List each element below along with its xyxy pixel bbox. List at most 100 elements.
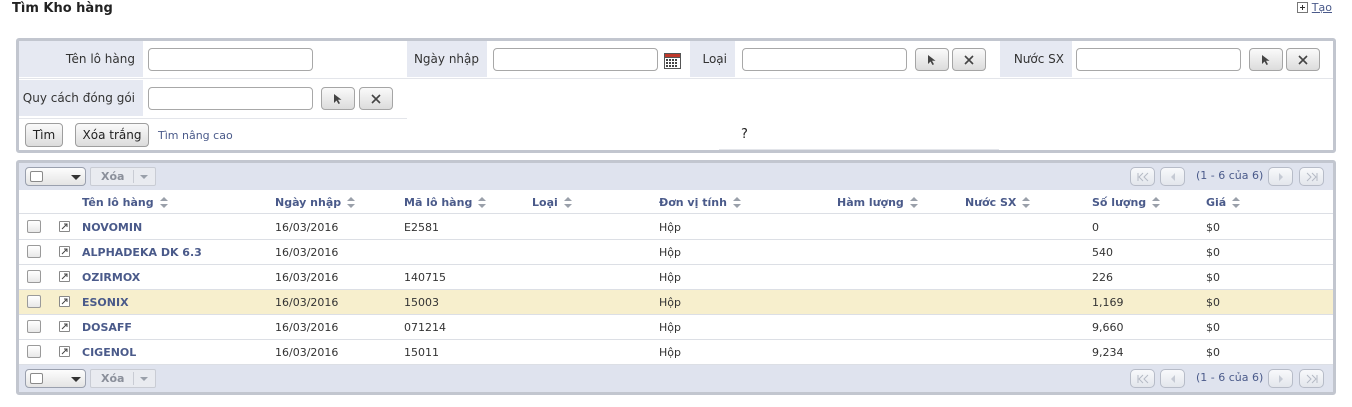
- prev-page-icon: [1171, 375, 1175, 383]
- row-checkbox[interactable]: [27, 320, 41, 333]
- select-all-checkbox[interactable]: [30, 171, 43, 182]
- select-all-dropdown[interactable]: [25, 369, 86, 388]
- table-row[interactable]: CIGENOL 16/03/2016 15011 Hộp 9,234 $0: [19, 340, 1333, 365]
- sort-icon: [478, 197, 487, 208]
- cell-ma-lo-hang: 140715: [404, 271, 446, 284]
- close-icon: [1298, 54, 1308, 65]
- cell-don-vi-tinh: Hộp: [659, 296, 681, 309]
- next-page-icon: [1279, 375, 1283, 383]
- create-label: Tạo: [1311, 1, 1332, 14]
- next-page-button[interactable]: [1268, 167, 1293, 186]
- cell-ten-lo-hang[interactable]: CIGENOL: [82, 346, 136, 359]
- loai-clear-button[interactable]: [952, 48, 986, 71]
- next-page-button[interactable]: [1268, 369, 1293, 388]
- clear-all-button[interactable]: Xóa trắng: [75, 123, 149, 147]
- cell-ten-lo-hang[interactable]: OZIRMOX: [82, 271, 140, 284]
- column-label: Hàm lượng: [837, 196, 904, 209]
- quy-cach-pick-button[interactable]: [321, 87, 355, 110]
- loai-pick-button[interactable]: [915, 48, 949, 71]
- ten-lo-hang-input[interactable]: [148, 48, 313, 71]
- label-ten-lo-hang: Tên lô hàng: [19, 41, 143, 77]
- last-page-icon: [1306, 172, 1318, 182]
- calendar-icon[interactable]: [664, 53, 681, 69]
- prev-page-button[interactable]: [1160, 167, 1185, 186]
- sort-icon: [347, 197, 356, 208]
- table-row[interactable]: DOSAFF 16/03/2016 071214 Hộp 9,660 $0: [19, 315, 1333, 340]
- table-row[interactable]: ESONIX 16/03/2016 15003 Hộp 1,169 $0: [19, 290, 1333, 315]
- sort-icon: [1232, 197, 1241, 208]
- select-all-checkbox[interactable]: [30, 373, 43, 384]
- sort-icon: [1022, 197, 1031, 208]
- search-panel: Tên lô hàng Ngày nhập Loại Nước SX Quy c…: [16, 38, 1336, 153]
- edit-icon[interactable]: [59, 296, 70, 307]
- col-nuoc-sx[interactable]: Nước SX: [965, 196, 1031, 209]
- chevron-down-icon: [140, 377, 148, 381]
- chevron-down-icon: [71, 175, 81, 180]
- col-gia[interactable]: Giá: [1206, 196, 1241, 209]
- cell-so-luong: 226: [1092, 271, 1113, 284]
- col-loai[interactable]: Loại: [532, 196, 573, 209]
- cursor-icon: [334, 93, 342, 104]
- cell-ma-lo-hang: 15011: [404, 346, 439, 359]
- label-ngay-nhap: Ngày nhập: [407, 41, 487, 77]
- nuoc-sx-input[interactable]: [1076, 48, 1241, 71]
- last-page-button[interactable]: [1299, 167, 1324, 186]
- edit-icon[interactable]: [59, 221, 70, 232]
- delete-button[interactable]: Xóa: [90, 369, 156, 388]
- cell-gia: $0: [1206, 246, 1220, 259]
- row-checkbox[interactable]: [27, 245, 41, 258]
- divider: [19, 78, 1333, 79]
- edit-icon[interactable]: [59, 346, 70, 357]
- col-don-vi-tinh[interactable]: Đơn vị tính: [659, 196, 742, 209]
- cell-don-vi-tinh: Hộp: [659, 246, 681, 259]
- divider: [133, 170, 134, 183]
- table-row[interactable]: OZIRMOX 16/03/2016 140715 Hộp 226 $0: [19, 265, 1333, 290]
- table-row[interactable]: ALPHADEKA DK 6.3 16/03/2016 Hộp 540 $0: [19, 240, 1333, 265]
- quy-cach-input[interactable]: [148, 87, 313, 110]
- row-checkbox[interactable]: [27, 270, 41, 283]
- col-ngay-nhap[interactable]: Ngày nhập: [275, 196, 356, 209]
- cell-ten-lo-hang[interactable]: DOSAFF: [82, 321, 132, 334]
- table-row[interactable]: NOVOMIN 16/03/2016 E2581 Hộp 0 $0: [19, 215, 1333, 240]
- cursor-icon: [928, 54, 936, 65]
- label-nuoc-sx: Nước SX: [1000, 41, 1072, 77]
- column-label: Đơn vị tính: [659, 196, 727, 209]
- column-label: Mã lô hàng: [404, 196, 473, 209]
- search-button[interactable]: Tìm: [25, 123, 63, 147]
- nuoc-sx-pick-button[interactable]: [1249, 48, 1283, 71]
- last-page-button[interactable]: [1299, 369, 1324, 388]
- row-checkbox[interactable]: [27, 220, 41, 233]
- col-ten-lo-hang[interactable]: Tên lô hàng: [82, 196, 169, 209]
- prev-page-button[interactable]: [1160, 369, 1185, 388]
- delete-button[interactable]: Xóa: [90, 167, 156, 186]
- first-page-button[interactable]: [1130, 167, 1155, 186]
- row-checkbox[interactable]: [27, 295, 41, 308]
- loai-input[interactable]: [742, 48, 907, 71]
- col-ham-luong[interactable]: Hàm lượng: [837, 196, 919, 209]
- advanced-search-link[interactable]: Tìm nâng cao: [158, 129, 233, 142]
- label-loai: Loại: [690, 41, 735, 77]
- cell-ten-lo-hang[interactable]: NOVOMIN: [82, 221, 142, 234]
- edit-icon[interactable]: [59, 321, 70, 332]
- ngay-nhap-input[interactable]: [493, 48, 658, 71]
- cell-gia: $0: [1206, 221, 1220, 234]
- page-title: Tìm Kho hàng: [12, 1, 113, 16]
- divider: [133, 372, 134, 385]
- sort-icon: [732, 197, 742, 208]
- pager-info: (1 - 6 của 6): [1196, 169, 1264, 182]
- create-link[interactable]: Tạo: [1296, 1, 1332, 14]
- col-ma-lo-hang[interactable]: Mã lô hàng: [404, 196, 487, 209]
- next-page-icon: [1279, 173, 1283, 181]
- quy-cach-clear-button[interactable]: [359, 87, 393, 110]
- cell-ten-lo-hang[interactable]: ALPHADEKA DK 6.3: [82, 246, 202, 259]
- edit-icon[interactable]: [59, 246, 70, 257]
- first-page-button[interactable]: [1130, 369, 1155, 388]
- select-all-dropdown[interactable]: [25, 167, 86, 186]
- edit-icon[interactable]: [59, 271, 70, 282]
- col-so-luong[interactable]: Số lượng: [1092, 196, 1161, 209]
- row-checkbox[interactable]: [27, 345, 41, 358]
- cell-ma-lo-hang: 071214: [404, 321, 446, 334]
- cell-ten-lo-hang[interactable]: ESONIX: [82, 296, 129, 309]
- nuoc-sx-clear-button[interactable]: [1286, 48, 1320, 71]
- plus-icon: [1296, 2, 1308, 13]
